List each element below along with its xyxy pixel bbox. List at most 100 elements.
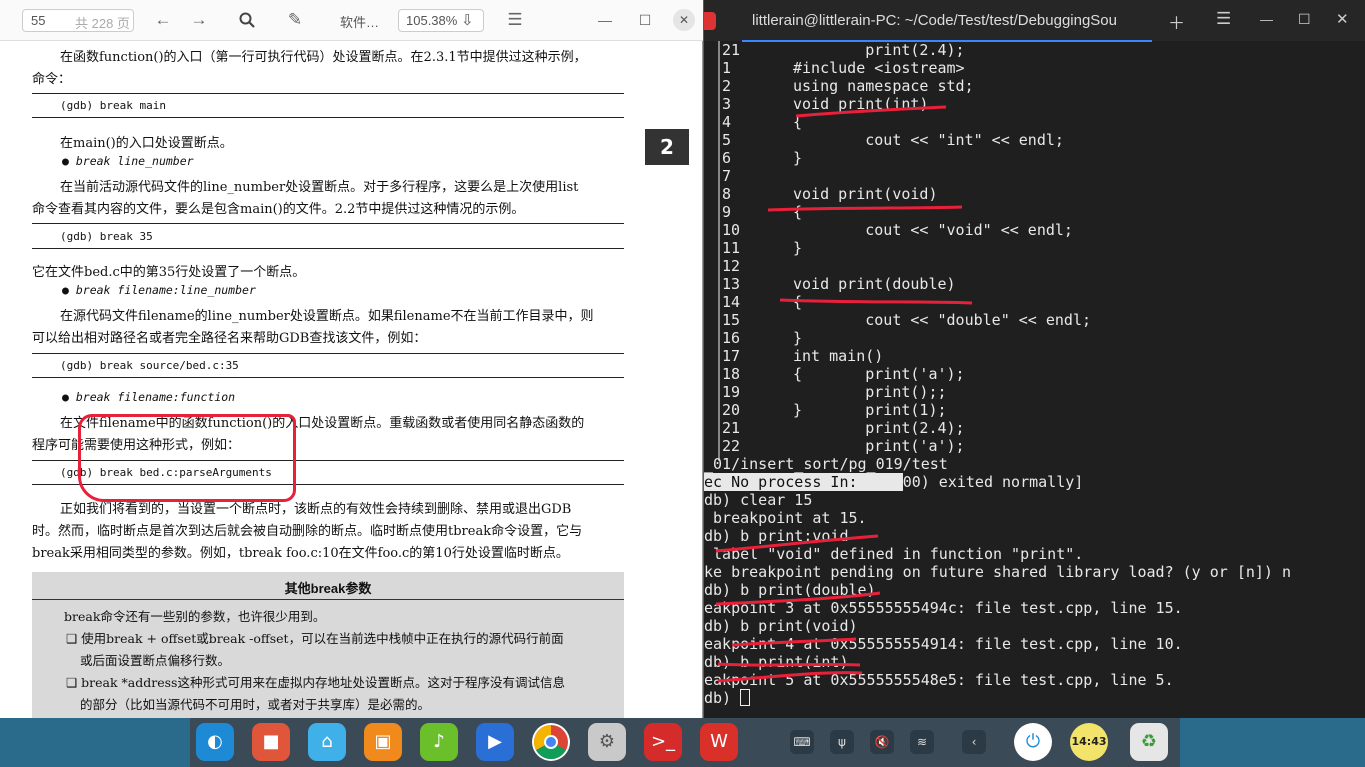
line-number: 15 [722,311,741,329]
source-code: } print(1); [793,401,947,419]
divider [32,353,624,354]
gdb-output-line: eakpoint 5 at 0x5555555548e5: file test.… [704,671,1174,689]
gdb-output-line: eakpoint 3 at 0x55555555494c: file test.… [704,599,1183,617]
bullet-item: ● break line_number [62,154,194,168]
trash-icon[interactable]: ♻ [1130,723,1168,761]
keyboard-icon[interactable]: ⌨ [790,730,814,754]
gdb-output-line: eakpoint 4 at 0x555555554914: file test.… [704,635,1183,653]
source-code: void print(double) [793,275,956,293]
settings-icon[interactable]: ⚙ [588,723,626,761]
sidebar-box-line: ❑ break *address这种形式可用来在虚拟内存地址处设置断点。这对于程… [66,675,565,690]
pdf-page: 在函数function()的入口（第一行可执行代码）处设置断点。在2.3.1节中… [0,41,703,718]
document-title[interactable]: 软件… [340,12,379,31]
launcher-icon[interactable]: ◐ [196,723,234,761]
line-number: 7 [722,167,732,185]
annotate-pen-icon[interactable]: ✎ [284,8,306,32]
gdb-output-line: db) b print(int) [704,653,849,671]
red-annotation-box [78,414,296,502]
chevron-left-icon[interactable]: ‹ [962,730,986,754]
wifi-icon[interactable]: ≋ [910,730,934,754]
divider [32,93,624,94]
minimize-icon[interactable]: — [596,8,614,32]
bullet-item: ● break filename:function [62,390,236,404]
line-number: 20 [722,401,741,419]
line-number: 10 [722,221,741,239]
divider [32,377,624,378]
menu-icon[interactable]: ☰ [1216,9,1231,29]
terminal-title[interactable]: littlerain@littlerain-PC: ~/Code/Test/te… [752,12,1152,29]
power-icon[interactable]: ⏻ [1014,723,1052,761]
line-number: 22 [722,437,741,455]
sidebar-box-line: 或后面设置断点偏移行数。 [80,653,231,668]
page-number-field[interactable]: 55 共 228 页 [22,9,134,32]
paragraph-line: 在main()的入口处设置断点。 [60,136,233,151]
source-code: } [793,149,803,167]
line-number: 18 [722,365,741,383]
code-example: (gdb) break source/bed.c:35 [60,359,239,372]
terminal-output[interactable]: 21 print(2.4); 1 #include <iostream> 2 using… [704,41,1365,718]
video-icon[interactable]: ▶ [476,723,514,761]
source-code: print(2.4); [793,419,965,437]
screen-recorder-icon[interactable]: ■ [252,723,290,761]
divider [32,117,624,118]
close-icon[interactable]: ✕ [673,9,695,31]
gdb-output-line: db) b print:void [704,527,849,545]
gdb-output-line: _01/insert_sort/pg_019/test [704,455,948,473]
source-code: } [793,239,803,257]
new-tab-icon[interactable]: ＋ [1168,9,1185,34]
terminal-titlebar: littlerain@littlerain-PC: ~/Code/Test/te… [704,0,1365,42]
source-code: cout << "int" << endl; [793,131,1064,149]
source-code: cout << "double" << endl; [793,311,1092,329]
usb-icon[interactable]: ψ [830,730,854,754]
source-code: { [793,293,803,311]
code-example: (gdb) break main [60,99,166,112]
source-code: } [793,329,803,347]
source-code: void print(int) [793,95,929,113]
zoom-select[interactable]: 105.38% ⇩ [398,9,484,32]
close-icon[interactable]: ✕ [1336,10,1349,28]
paragraph-line: 在源代码文件filename的line_number处设置断点。如果filena… [60,309,594,324]
search-icon[interactable] [236,8,258,32]
minimize-icon[interactable]: — [1260,12,1273,27]
sidebar-box-line: 的部分（比如当源代码不可用时，或者对于共享库）是必需的。 [80,697,431,712]
sidebar-box-line: break命令还有一些别的参数，也许很少用到。 [64,609,326,624]
gdb-output-line: db) clear 15 [704,491,813,509]
total-pages: 共 228 页 [75,16,130,31]
paragraph-line: 它在文件bed.c中的第35行处设置了一个断点。 [32,265,306,280]
source-code: { print('a'); [793,365,965,383]
taskbar-dock: ◐ ■ ⌂ ▣ ♪ ▶ ⚙ >_ W ⌨ ψ 🔇 ≋ ‹ ⏻ 14:43 ♻ [190,718,1180,767]
current-page[interactable]: 55 [31,13,45,28]
back-arrow-icon[interactable]: ← [152,8,174,32]
app-store-icon[interactable]: ⌂ [308,723,346,761]
store-bag-icon[interactable]: ▣ [364,723,402,761]
paragraph-line: 时。然而，临时断点是首次到达后就会被自动删除的断点。临时断点使用tbreak命令… [32,524,583,539]
source-code: using namespace std; [793,77,974,95]
source-code: print();; [793,383,947,401]
gdb-output-line: ec No process In: 00) exited normally] [704,473,1084,491]
wps-icon[interactable]: W [700,723,738,761]
gdb-output-line: ke breakpoint pending on future shared l… [704,563,1291,581]
divider [32,599,624,600]
line-number: 1 [722,59,732,77]
text-cursor [740,689,751,706]
music-icon[interactable]: ♪ [420,723,458,761]
source-code: cout << "void" << endl; [793,221,1073,239]
gdb-output-line: label "void" defined in function "print"… [704,545,1084,563]
menu-icon[interactable]: ☰ [504,8,526,32]
clock-widget[interactable]: 14:43 [1070,723,1108,761]
line-number: 12 [722,257,741,275]
line-number: 17 [722,347,741,365]
line-number: 3 [722,95,732,113]
line-number: 19 [722,383,741,401]
chrome-icon[interactable] [532,723,570,761]
terminal-icon[interactable]: >_ [644,723,682,761]
divider [32,223,624,224]
maximize-icon[interactable]: ☐ [636,8,654,32]
chapter-tab: 2 [645,129,689,165]
mute-icon[interactable]: 🔇 [870,730,894,754]
paragraph-line: 命令： [32,72,72,87]
source-code: print(2.4); [793,41,965,59]
source-code: { [793,113,803,131]
maximize-icon[interactable]: ☐ [1298,11,1311,28]
forward-arrow-icon[interactable]: → [188,8,210,32]
